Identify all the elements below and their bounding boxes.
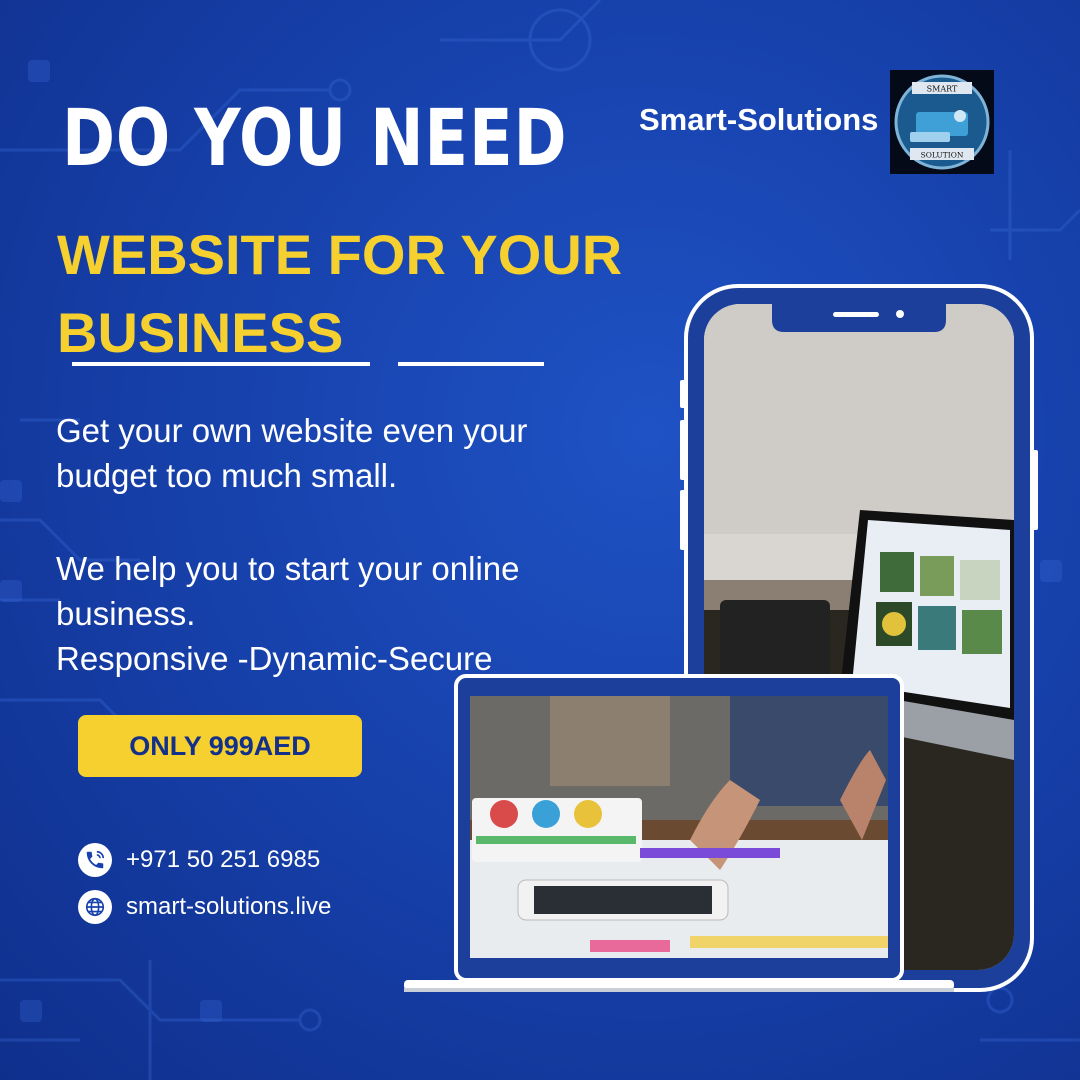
headline-line-3: BUSINESS xyxy=(57,301,344,364)
price-button[interactable]: ONLY 999AED xyxy=(78,715,362,777)
contact-website[interactable]: smart-solutions.live xyxy=(78,890,331,924)
laptop-mockup xyxy=(404,674,954,992)
brand-logo: SMART SOLUTION xyxy=(890,70,994,174)
svg-text:SOLUTION: SOLUTION xyxy=(921,151,964,160)
globe-icon xyxy=(78,890,112,924)
brand-name: Smart-Solutions xyxy=(639,102,879,137)
headline-line-1: DO YOU NEED xyxy=(62,94,568,184)
svg-text:SMART: SMART xyxy=(927,85,958,94)
phone-number: +971 50 251 6985 xyxy=(126,846,321,873)
headline-line-2: WEBSITE FOR YOUR xyxy=(57,223,623,286)
contact-phone[interactable]: +971 50 251 6985 xyxy=(78,843,320,877)
devices-illustration xyxy=(404,284,1038,992)
website-url: smart-solutions.live xyxy=(126,893,332,920)
headline-underline xyxy=(72,362,370,366)
phone-icon xyxy=(78,843,112,877)
